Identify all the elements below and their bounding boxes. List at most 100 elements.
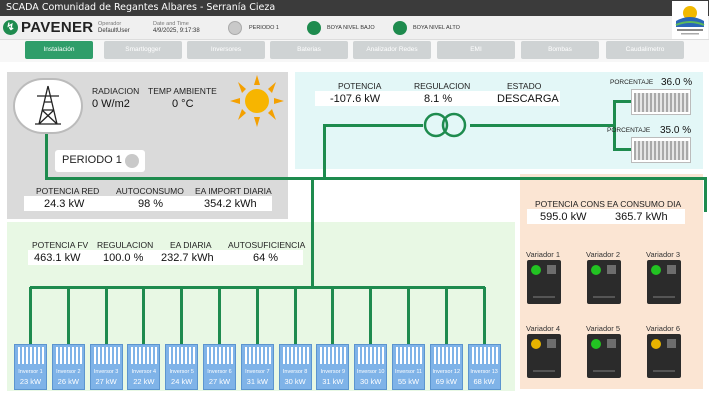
solar-panel-icon <box>131 347 158 364</box>
line-inverter-drop <box>218 287 221 344</box>
inverter-power: 30 kW <box>284 377 306 386</box>
inverter-card[interactable]: Inversor 9 31 kW <box>316 344 350 390</box>
periodo-label: PERIODO 1 <box>62 154 122 166</box>
datetime-value: 4/9/2025, 9:17:38 <box>153 28 200 34</box>
inverter-name: Inversor 7 <box>245 369 270 375</box>
inverter-card[interactable]: Inversor 12 69 kW <box>429 344 463 390</box>
inverter-name: Inversor 10 <box>356 369 385 375</box>
inverter-card[interactable]: Inversor 5 24 kW <box>165 344 199 390</box>
cons-power-label: POTENCIA CONS <box>535 199 605 209</box>
radiation-value: 0 W/m2 <box>92 98 130 110</box>
inverter-name: Inversor 3 <box>93 369 119 375</box>
tab-inversores[interactable]: Inversores <box>187 41 265 59</box>
fv-ea-value: 232.7 kWh <box>161 252 214 264</box>
variador-5-vent <box>593 370 615 372</box>
inverter-power: 27 kW <box>95 377 117 386</box>
inverter-card[interactable]: Inversor 8 30 kW <box>278 344 312 390</box>
variador-2[interactable] <box>587 260 621 304</box>
line-inverter-drop <box>407 287 410 344</box>
inverter-name: Inversor 2 <box>56 369 81 375</box>
tab-caudalimetro[interactable]: Caudalimetro <box>606 41 684 59</box>
inverter-card[interactable]: Inversor 6 27 kW <box>203 344 236 390</box>
fv-regulation-label: REGULACION <box>97 240 154 250</box>
tab-bombas[interactable]: Bombas <box>521 41 599 59</box>
line-inverter-drop <box>142 287 146 344</box>
temp-value: 0 °C <box>172 98 194 110</box>
solar-panel-icon <box>358 347 385 364</box>
inverter-power: 24 kW <box>171 377 193 386</box>
tab-analizador-redes[interactable]: Analizador Redes <box>353 41 431 59</box>
solar-panel-icon <box>207 347 233 364</box>
inverter-name: Inversor 13 <box>470 369 498 375</box>
temp-label: TEMP AMBIENTE <box>148 86 217 96</box>
inverter-card[interactable]: Inversor 13 68 kW <box>467 344 501 390</box>
operator-value: DefaultUser <box>98 28 130 34</box>
power-tower-icon <box>35 85 61 125</box>
window-title: SCADA Comunidad de Regantes Albares - Se… <box>6 2 276 13</box>
line-inverter-drop <box>29 287 32 344</box>
variador-2-vent <box>593 296 615 298</box>
tab-smartlogger[interactable]: Smartlogger <box>104 41 182 59</box>
battery2-pct-label: PORCENTAJE <box>607 127 651 134</box>
battery-power-label: POTENCIA <box>338 81 382 91</box>
variador-6-label: Variador 6 <box>646 324 681 333</box>
nav-tabs: Instalación Smartlogger Inversores Bater… <box>0 40 709 62</box>
line-battery1 <box>613 100 631 103</box>
pavener-logo-icon: ↯ <box>3 20 18 35</box>
variador-2-display <box>607 265 616 274</box>
line-battery2 <box>613 148 631 151</box>
transformer-icon <box>423 112 467 138</box>
fv-autosuf-value: 64 % <box>253 252 279 264</box>
inverter-card[interactable]: Inversor 7 31 kW <box>240 344 274 390</box>
variador-5-display <box>607 339 616 348</box>
line-inverter-drop <box>255 287 259 344</box>
inverter-card[interactable]: Inversor 4 22 kW <box>127 344 161 390</box>
datetime-label: Date and Time <box>153 21 189 27</box>
line-inverter-drop <box>444 287 448 344</box>
battery-regulation-label: REGULACION <box>414 81 471 91</box>
operator-label: Operador <box>98 21 122 27</box>
line-cons-down <box>704 177 707 212</box>
tab-emi[interactable]: EMI <box>437 41 515 59</box>
header-bar: ↯ PAVENER Operador DefaultUser Date and … <box>0 16 709 40</box>
variador-4-status-icon <box>531 339 541 349</box>
variador-3-label: Variador 3 <box>646 250 681 259</box>
logo-text: PAVENER <box>21 19 94 36</box>
boya-bajo-indicator <box>307 21 321 35</box>
tab-baterias[interactable]: Baterias <box>270 41 348 59</box>
inverter-card[interactable]: Inversor 2 26 kW <box>51 344 85 390</box>
variador-6[interactable] <box>647 334 681 378</box>
solar-panel-icon <box>433 347 460 364</box>
inverter-name: Inversor 5 <box>169 369 194 375</box>
solar-panel-icon <box>282 347 309 364</box>
variador-1[interactable] <box>527 260 561 304</box>
solar-panel-icon <box>471 347 498 364</box>
tab-instalacion[interactable]: Instalación <box>25 41 93 59</box>
fv-power-label: POTENCIA FV <box>32 240 89 250</box>
inverter-card[interactable]: Inversor 1 23 kW <box>14 344 47 390</box>
inverter-name: Inversor 6 <box>207 369 232 375</box>
cons-power-value: 595.0 kW <box>540 211 587 223</box>
variador-2-status-icon <box>591 265 601 275</box>
variador-6-display <box>667 339 676 348</box>
line-inverter-drop <box>369 287 373 344</box>
grid-power-value: 24.3 kW <box>44 198 85 210</box>
variador-4[interactable] <box>527 334 561 378</box>
variador-1-label: Variador 1 <box>526 250 561 259</box>
solar-panel-icon <box>320 347 347 364</box>
battery-regulation-value: 8.1 % <box>424 93 453 105</box>
inverter-card[interactable]: Inversor 10 30 kW <box>354 344 388 390</box>
variador-5[interactable] <box>587 334 621 378</box>
line-main-bus <box>45 177 707 180</box>
inverter-name: Inversor 4 <box>131 369 157 375</box>
inverter-power: 68 kW <box>473 377 495 386</box>
inverter-power: 27 kW <box>208 377 231 386</box>
ea-import-value: 354.2 kWh <box>204 198 257 210</box>
community-logo <box>672 1 708 39</box>
variador-3[interactable] <box>647 260 681 304</box>
variador-5-label: Variador 5 <box>586 324 621 333</box>
inverter-card[interactable]: Inversor 3 27 kW <box>89 344 123 390</box>
battery1-pct-label: PORCENTAJE <box>610 79 654 86</box>
inverter-card[interactable]: Inversor 11 55 kW <box>392 344 425 390</box>
battery2-cabinet <box>631 137 691 163</box>
